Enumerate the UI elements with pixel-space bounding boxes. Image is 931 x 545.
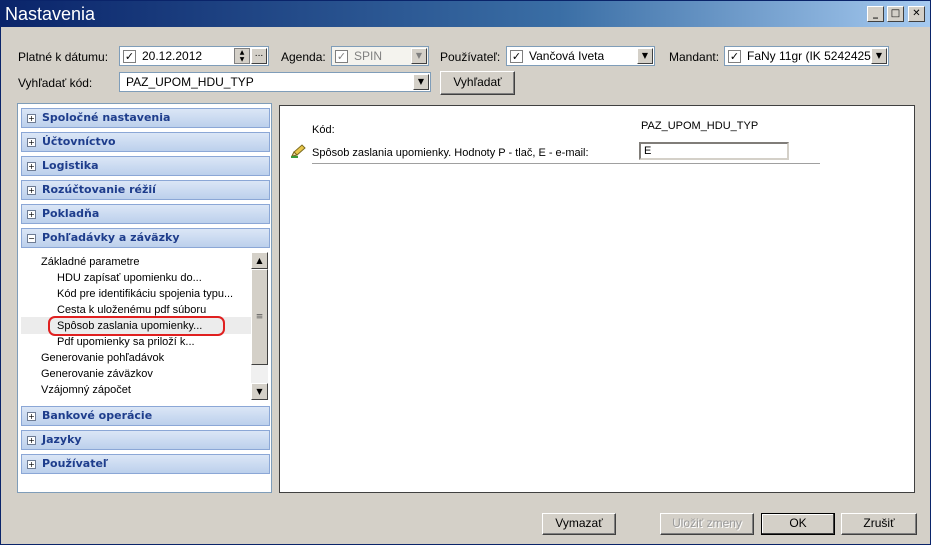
tree-scrollbar[interactable]: ▲ ≡ ▼ — [251, 252, 268, 400]
category-logistics[interactable]: + Logistika — [21, 156, 270, 176]
expand-icon[interactable]: + — [27, 460, 36, 469]
minimize-icon: _ — [873, 8, 878, 19]
category-languages[interactable]: + Jazyky — [21, 430, 270, 450]
save-changes-button[interactable]: Uložiť zmeny — [660, 513, 754, 535]
window-title: Nastavenia — [5, 4, 96, 24]
tree-item[interactable]: Základné parametre — [41, 256, 139, 268]
detail-panel: Kód: PAZ_UPOM_HDU_TYP Spôsob zaslania up… — [279, 105, 915, 493]
valid-date-label: Platné k dátumu: — [18, 50, 109, 64]
expand-icon[interactable]: + — [27, 186, 36, 195]
minimize-button[interactable]: _ — [867, 6, 884, 22]
settings-window: Nastavenia _ □ ✕ Platné k dátumu: ✓ 20.1… — [0, 0, 931, 545]
tree-item[interactable]: HDU zapísať upomienku do... — [57, 272, 202, 284]
check-icon: ✓ — [124, 50, 135, 63]
category-receivables-payables[interactable]: − Pohľadávky a záväzky — [21, 228, 270, 248]
valid-date-field[interactable]: ✓ 20.12.2012 ▲ ▼ ... — [119, 46, 269, 66]
expand-icon[interactable]: + — [27, 114, 36, 123]
settings-tree: Základné parametre HDU zapísať upomienku… — [21, 250, 270, 400]
maximize-button[interactable]: □ — [887, 6, 904, 22]
agenda-dropdown[interactable]: ✓ SPIN ▼ — [331, 46, 429, 66]
expand-icon[interactable]: + — [27, 162, 36, 171]
param-label: Spôsob zaslania upomienky. Hodnoty P - t… — [312, 147, 589, 159]
search-code-value: PAZ_UPOM_HDU_TYP — [126, 75, 254, 89]
pencil-icon — [290, 144, 308, 158]
title-bar[interactable]: Nastavenia _ □ ✕ — [1, 1, 930, 27]
tree-item[interactable]: Vzájomný zápočet — [41, 384, 131, 396]
tree-item[interactable]: Cesta k uloženému pdf súboru — [57, 304, 206, 316]
tree-item[interactable]: Kód pre identifikáciu spojenia typu... — [57, 288, 233, 300]
scroll-up-icon[interactable]: ▲ — [251, 252, 268, 269]
tree-item[interactable]: Pdf upomienky sa priloží k... — [57, 336, 195, 348]
date-picker-button[interactable]: ... — [251, 48, 267, 64]
expand-icon[interactable]: + — [27, 210, 36, 219]
mandant-checkbox[interactable]: ✓ — [728, 50, 741, 63]
category-accounting[interactable]: + Účtovníctvo — [21, 132, 270, 152]
chevron-down-icon[interactable]: ▼ — [871, 48, 887, 64]
search-code-dropdown[interactable]: PAZ_UPOM_HDU_TYP ▼ — [119, 72, 431, 92]
collapse-icon[interactable]: − — [27, 234, 36, 243]
spin-down-icon[interactable]: ▼ — [235, 56, 249, 63]
expand-icon[interactable]: + — [27, 138, 36, 147]
valid-date-value: 20.12.2012 — [142, 49, 203, 63]
code-label: Kód: — [312, 124, 335, 136]
category-overhead-allocation[interactable]: + Rozúčtovanie réžií — [21, 180, 270, 200]
param-value: E — [644, 145, 652, 157]
code-value: PAZ_UPOM_HDU_TYP — [641, 120, 759, 132]
selection-highlight-ring — [48, 316, 225, 336]
category-user[interactable]: + Používateľ — [21, 454, 270, 474]
category-general[interactable]: + Spoločné nastavenia — [21, 108, 270, 128]
user-dropdown[interactable]: ✓ Vančová Iveta ▼ — [506, 46, 655, 66]
tree-item[interactable]: Generovanie pohľadávok — [41, 352, 164, 364]
category-cash-register[interactable]: + Pokladňa — [21, 204, 270, 224]
mandant-label: Mandant: — [669, 50, 720, 64]
category-bank-operations[interactable]: + Bankové operácie — [21, 406, 270, 426]
scroll-down-icon[interactable]: ▼ — [251, 383, 268, 400]
agenda-value: SPIN — [354, 49, 383, 63]
param-value-input[interactable]: E — [639, 142, 789, 160]
tree-item[interactable]: Generovanie záväzkov — [41, 368, 153, 380]
user-value: Vančová Iveta — [529, 49, 605, 63]
agenda-checkbox[interactable]: ✓ — [335, 50, 348, 63]
mandant-dropdown[interactable]: ✓ FaNy 11gr (IK 524242541 ▼ — [724, 46, 889, 66]
spin-up-icon[interactable]: ▲ — [235, 49, 249, 56]
chevron-down-icon[interactable]: ▼ — [411, 48, 427, 64]
mandant-value: FaNy 11gr (IK 524242541 — [747, 49, 871, 63]
date-spinner[interactable]: ▲ ▼ — [234, 48, 250, 64]
search-code-label: Vyhľadať kód: — [18, 76, 93, 90]
close-icon: ✕ — [912, 8, 921, 19]
chevron-down-icon[interactable]: ▼ — [413, 74, 429, 90]
maximize-icon: □ — [890, 8, 901, 19]
ok-button[interactable]: OK — [761, 513, 835, 535]
separator-line — [312, 163, 820, 164]
valid-date-checkbox[interactable]: ✓ — [123, 50, 136, 63]
clear-button[interactable]: Vymazať — [542, 513, 616, 535]
settings-navigation: + Spoločné nastavenia + Účtovníctvo + Logis… — [17, 103, 272, 493]
search-button[interactable]: Vyhľadať — [440, 71, 515, 95]
cancel-button[interactable]: Zrušiť — [841, 513, 917, 535]
scroll-thumb[interactable]: ≡ — [251, 269, 268, 365]
close-button[interactable]: ✕ — [908, 6, 925, 22]
user-label: Používateľ: — [440, 50, 501, 64]
agenda-label: Agenda: — [281, 50, 326, 64]
chevron-down-icon[interactable]: ▼ — [637, 48, 653, 64]
expand-icon[interactable]: + — [27, 412, 36, 421]
expand-icon[interactable]: + — [27, 436, 36, 445]
user-checkbox[interactable]: ✓ — [510, 50, 523, 63]
